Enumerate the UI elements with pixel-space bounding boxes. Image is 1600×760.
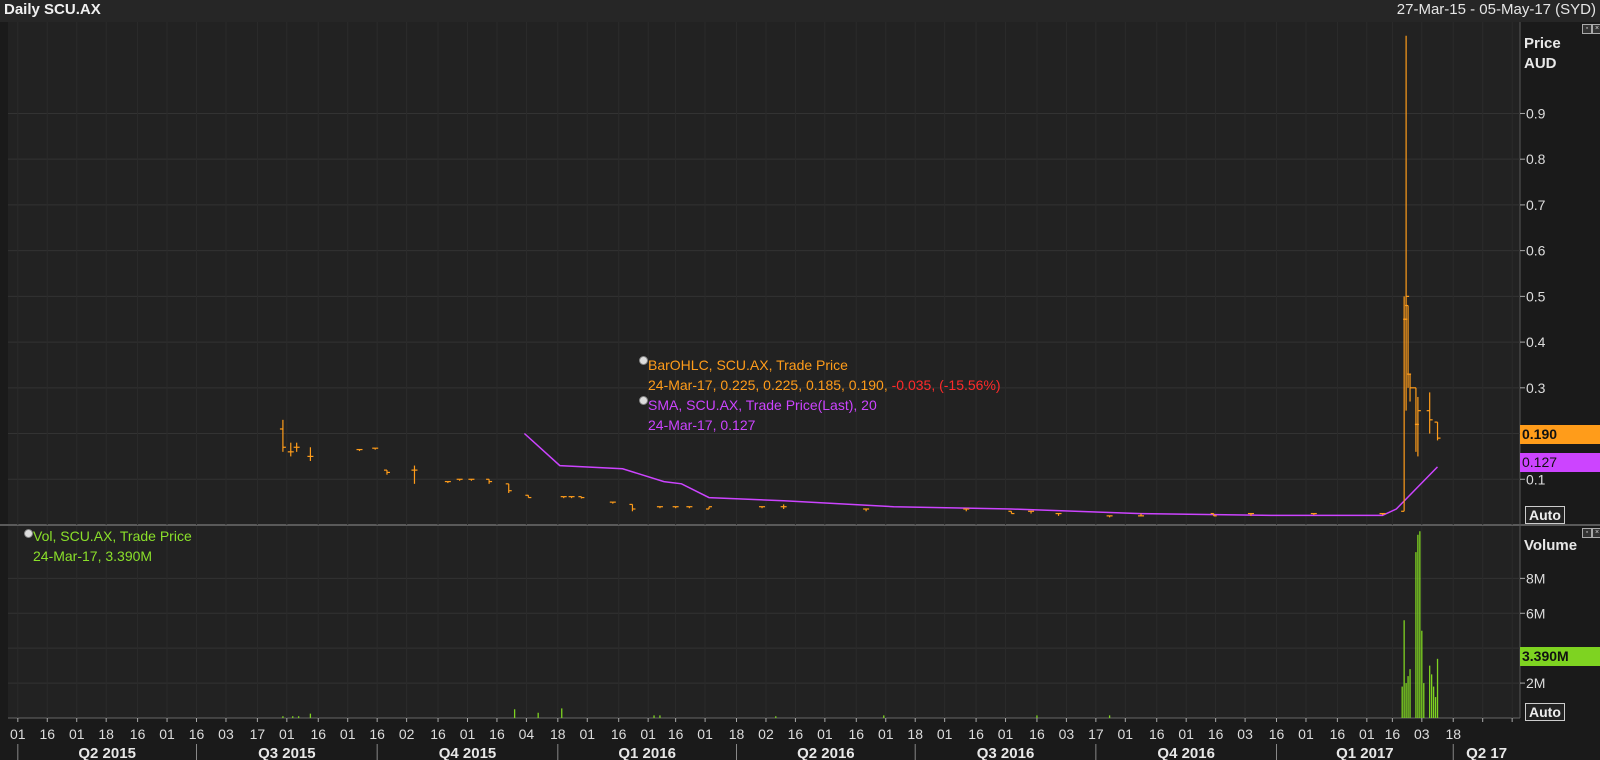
- volume-value-tag: 3.390M: [1520, 647, 1600, 666]
- sma-value-tag: 0.127: [1520, 453, 1600, 472]
- x-day-label: 16: [1149, 726, 1165, 742]
- x-day-label: 16: [1269, 726, 1285, 742]
- x-day-label: 16: [430, 726, 446, 742]
- x-day-label: 01: [998, 726, 1014, 742]
- volume-legend-values: 24-Mar-17, 3.390M: [33, 548, 153, 564]
- x-day-label: 01: [1298, 726, 1314, 742]
- x-day-label: 03: [218, 726, 234, 742]
- x-day-label: 16: [1330, 726, 1346, 742]
- x-day-label: 01: [1359, 726, 1375, 742]
- y-axis-layer: 0.1 0.3 0.4 0.5 0.6 0.7 0.8 0.9 2M 6M 8M: [1520, 105, 1546, 691]
- sma-legend-values: 24-Mar-17, 0.127: [648, 417, 756, 433]
- volume-legend[interactable]: Vol, SCU.AX, Trade Price 24-Mar-17, 3.39…: [33, 526, 192, 566]
- x-axis-layer: 01 16 01 18 16 01 16 03 17 01 16 01 16 02 16 01 16 04 18 01…: [10, 718, 1513, 760]
- x-day-label: 03: [1414, 726, 1430, 742]
- sma-legend[interactable]: SMA, SCU.AX, Trade Price(Last), 20 24-Ma…: [648, 395, 877, 435]
- x-day-label: 01: [10, 726, 26, 742]
- quarter-label: Q1 2017: [1336, 745, 1394, 760]
- volume-axis-title: Volume: [1524, 537, 1578, 554]
- x-day-label: 03: [1237, 726, 1253, 742]
- x-day-label: 16: [130, 726, 146, 742]
- price-axis-title-line1: Price: [1524, 35, 1561, 52]
- x-day-label: 16: [849, 726, 865, 742]
- x-day-label: 01: [340, 726, 356, 742]
- price-tick-label: 0.8: [1526, 151, 1546, 167]
- quarter-label: Q3 2016: [977, 745, 1035, 760]
- price-tick-label: 0.7: [1526, 197, 1546, 213]
- volume-panel-restore-icon[interactable]: ▫: [1582, 528, 1592, 538]
- price-tick-label: 0.1: [1526, 471, 1546, 487]
- price-tick-label: 0.4: [1526, 334, 1546, 350]
- price-tick-label: 0.6: [1526, 243, 1546, 259]
- price-tick-label: 0.5: [1526, 288, 1546, 304]
- x-day-label: 01: [817, 726, 833, 742]
- quarter-label: Q2 17: [1466, 745, 1507, 760]
- quarter-label: Q2 2015: [78, 745, 136, 760]
- x-day-label: 18: [907, 726, 923, 742]
- price-tick-label: 0.9: [1526, 105, 1546, 121]
- x-day-label: 16: [39, 726, 55, 742]
- x-day-label: 01: [937, 726, 953, 742]
- quarter-label: Q2 2016: [797, 745, 855, 760]
- x-day-label: 17: [250, 726, 266, 742]
- x-day-label: 01: [159, 726, 175, 742]
- ohlc-legend-change: -0.035, (-15.56%): [891, 377, 1001, 393]
- x-day-label: 01: [279, 726, 295, 742]
- ohlc-legend[interactable]: BarOHLC, SCU.AX, Trade Price 24-Mar-17, …: [648, 355, 1001, 395]
- volume-auto-scale-button[interactable]: Auto: [1525, 703, 1565, 721]
- x-day-label: 16: [1385, 726, 1401, 742]
- x-day-label: 16: [968, 726, 984, 742]
- x-day-label: 16: [788, 726, 804, 742]
- volume-tick-label: 6M: [1526, 605, 1545, 621]
- x-day-label: 16: [189, 726, 205, 742]
- x-day-label: 04: [519, 726, 535, 742]
- x-day-label: 18: [729, 726, 745, 742]
- x-day-label: 18: [1445, 726, 1461, 742]
- x-day-label: 02: [399, 726, 415, 742]
- price-axis-title: Price AUD: [1524, 34, 1561, 74]
- panel-close-icon[interactable]: ×: [1592, 24, 1600, 34]
- price-axis-title-line2: AUD: [1524, 55, 1557, 72]
- x-day-label: 01: [460, 726, 476, 742]
- x-day-label: 17: [1088, 726, 1104, 742]
- x-day-label: 18: [98, 726, 114, 742]
- x-day-label: 03: [1059, 726, 1075, 742]
- x-day-label: 16: [489, 726, 505, 742]
- x-day-label: 16: [369, 726, 385, 742]
- x-day-label: 01: [697, 726, 713, 742]
- x-day-label: 18: [550, 726, 566, 742]
- volume-tick-label: 8M: [1526, 570, 1545, 586]
- quarter-label: Q4 2016: [1157, 745, 1215, 760]
- x-day-label: 16: [611, 726, 627, 742]
- quarter-label: Q1 2016: [618, 745, 676, 760]
- x-day-label: 02: [758, 726, 774, 742]
- ohlc-legend-icon[interactable]: [639, 356, 648, 365]
- last-price-tag: 0.190: [1520, 425, 1600, 444]
- sma-legend-label: SMA, SCU.AX, Trade Price(Last), 20: [648, 397, 877, 413]
- x-day-label: 16: [310, 726, 326, 742]
- panel-restore-icon[interactable]: ▫: [1582, 24, 1592, 34]
- volume-legend-icon[interactable]: [24, 529, 33, 538]
- volume-tick-label: 2M: [1526, 675, 1545, 691]
- price-tick-label: 0.3: [1526, 380, 1546, 396]
- x-day-label: 01: [878, 726, 894, 742]
- x-day-label: 01: [640, 726, 656, 742]
- price-panel[interactable]: [8, 22, 1520, 525]
- x-day-label: 16: [668, 726, 684, 742]
- volume-legend-label: Vol, SCU.AX, Trade Price: [33, 528, 192, 544]
- volume-panel-close-icon[interactable]: ×: [1592, 528, 1600, 538]
- quarter-label: Q4 2015: [439, 745, 497, 760]
- quarter-label: Q3 2015: [258, 745, 316, 760]
- price-auto-scale-button[interactable]: Auto: [1525, 506, 1565, 524]
- sma-legend-icon[interactable]: [639, 396, 648, 405]
- ohlc-legend-label: BarOHLC, SCU.AX, Trade Price: [648, 357, 848, 373]
- x-day-label: 01: [579, 726, 595, 742]
- ohlc-legend-values: 24-Mar-17, 0.225, 0.225, 0.185, 0.190,: [648, 377, 888, 393]
- x-day-label: 16: [1208, 726, 1224, 742]
- x-day-label: 01: [1178, 726, 1194, 742]
- x-day-label: 01: [1118, 726, 1134, 742]
- x-day-label: 01: [69, 726, 85, 742]
- x-day-label: 16: [1029, 726, 1045, 742]
- volume-panel[interactable]: [8, 526, 1520, 718]
